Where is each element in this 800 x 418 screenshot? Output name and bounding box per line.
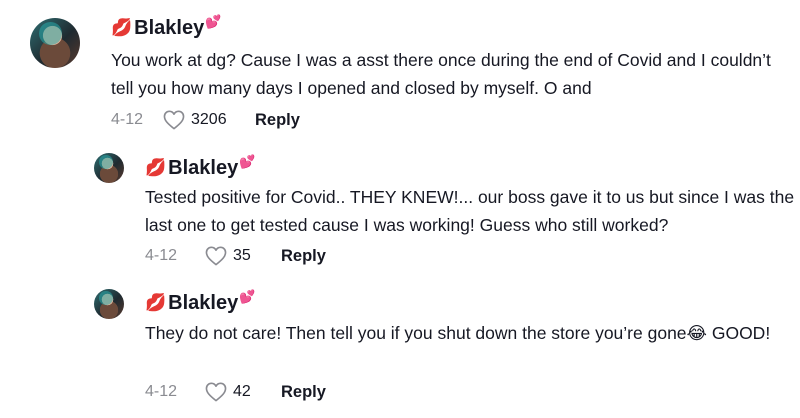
comment-meta: 4-12 35 Reply <box>145 246 326 266</box>
reply-button[interactable]: Reply <box>255 111 300 130</box>
comment-text: Tested positive for Covid.. THEY KNEW!..… <box>145 187 795 235</box>
reply-button[interactable]: Reply <box>281 247 326 266</box>
comment-date: 4-12 <box>145 383 178 400</box>
avatar[interactable] <box>94 153 124 183</box>
username-label: Blakley <box>168 292 239 314</box>
comment-text: They do not care! Then tell you if you s… <box>145 323 771 343</box>
reply-button[interactable]: Reply <box>281 383 326 402</box>
like-count: 35 <box>233 247 251 264</box>
like-heart-icon[interactable] <box>163 110 185 130</box>
like-count: 42 <box>233 383 251 400</box>
hearts-icon: 💕 <box>239 154 256 169</box>
comment-item: 💋 Blakley 💕 You work at dg? Cause I was … <box>0 0 800 140</box>
lips-icon: 💋 <box>111 18 133 37</box>
comment-username[interactable]: 💋 Blakley 💕 <box>111 14 221 40</box>
comment-meta: 4-12 3206 Reply <box>111 110 300 130</box>
avatar[interactable] <box>30 18 80 68</box>
hearts-icon: 💕 <box>239 289 256 304</box>
lips-icon: 💋 <box>145 158 167 177</box>
like-heart-icon[interactable] <box>205 382 227 402</box>
like-count: 3206 <box>191 111 227 128</box>
comment-meta: 4-12 42 Reply <box>145 382 326 402</box>
comment-date: 4-12 <box>145 247 178 264</box>
comment-text: You work at dg? Cause I was a asst there… <box>111 50 771 98</box>
reply-comment-item: 💋 Blakley 💕 Tested positive for Covid.. … <box>0 140 800 276</box>
avatar[interactable] <box>94 289 124 319</box>
comment-date: 4-12 <box>111 111 144 128</box>
reply-comment-item: 💋 Blakley 💕 They do not care! Then tell … <box>0 276 800 418</box>
hearts-icon: 💕 <box>205 14 222 29</box>
username-label: Blakley <box>134 17 205 39</box>
comment-username[interactable]: 💋 Blakley 💕 <box>145 289 255 315</box>
lips-icon: 💋 <box>145 293 167 312</box>
username-label: Blakley <box>168 157 239 179</box>
like-heart-icon[interactable] <box>205 246 227 266</box>
comment-username[interactable]: 💋 Blakley 💕 <box>145 154 255 180</box>
